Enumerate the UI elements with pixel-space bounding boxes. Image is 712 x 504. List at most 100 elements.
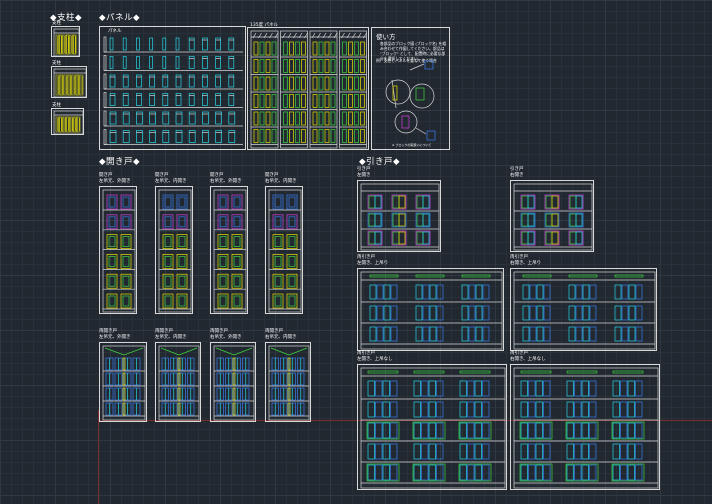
panel135-element <box>330 59 336 73</box>
door-leaf-panel <box>164 256 172 267</box>
hinged-door-sheet[interactable] <box>99 186 137 314</box>
panel135-element <box>324 111 330 126</box>
sheet-title: 引き戸 <box>510 167 524 172</box>
sliding-leaf <box>522 305 530 321</box>
sliding-leaf <box>522 326 530 342</box>
door-leaf-panel <box>219 216 227 228</box>
door-leaf-panel <box>545 213 553 227</box>
panel135-element <box>318 94 324 108</box>
door-leaf-panel <box>122 295 130 307</box>
sliding-leaf <box>390 380 398 397</box>
sliding-leaf <box>415 284 423 300</box>
sliding-leaf <box>612 380 620 397</box>
sliding-leaf <box>635 464 643 481</box>
sliding-leaf <box>535 464 543 481</box>
panel135-element <box>360 59 365 73</box>
sheet-title: 両開き戸 <box>265 329 283 334</box>
overhead-rail <box>413 370 445 374</box>
sliding-leaf <box>582 305 590 321</box>
double-door-sheet[interactable] <box>155 342 201 422</box>
section-header-sliding-door: ◆引き戸◆ <box>359 157 401 167</box>
panel135-element <box>318 76 324 91</box>
sliding-leaf <box>422 284 430 300</box>
panel-sheet[interactable]: パネル <box>99 26 246 150</box>
double-sliding-door-sheet[interactable] <box>357 268 504 351</box>
sliding-leaf <box>589 380 597 397</box>
pillar-block-2[interactable] <box>51 66 87 98</box>
sliding-leaf <box>635 422 643 439</box>
panel135-element <box>324 59 330 73</box>
door-leaf-panel <box>368 213 376 227</box>
double-door-sheet[interactable] <box>99 342 147 422</box>
howto-sheet[interactable]: 使い方 各部品のブロック図 (ブロック名) を組み合わせて作図してください。部品… <box>371 27 450 150</box>
sheet-title: 開き戸 <box>99 173 113 178</box>
door-leaf-panel <box>274 275 282 287</box>
sliding-leaf <box>535 422 543 439</box>
overhead-rail <box>612 370 644 374</box>
door-leaf-panel <box>398 231 406 245</box>
sliding-leaf <box>390 305 398 321</box>
sliding-leaf <box>628 305 636 321</box>
panel-element <box>109 56 114 69</box>
hinged-door-sheet[interactable] <box>210 186 248 314</box>
hinged-door-sheet[interactable] <box>155 186 193 314</box>
door-leaf-panel <box>288 196 296 208</box>
sliding-leaf <box>474 401 482 418</box>
panel135-element <box>354 111 359 126</box>
panel135-element <box>360 41 365 56</box>
door-leaf-panel <box>122 275 130 287</box>
double-sliding-door-sheet-large[interactable] <box>357 364 507 490</box>
sliding-leaf <box>369 284 377 300</box>
sliding-leaf <box>375 380 383 397</box>
pillar-bar <box>75 74 80 96</box>
sliding-leaf <box>543 401 551 418</box>
double-door-sheet[interactable] <box>210 342 256 422</box>
sliding-leaf <box>482 305 490 321</box>
door-leaf-panel <box>108 275 116 287</box>
panel135-element <box>289 111 294 126</box>
sheet-subtitle: 左吊元、内開き <box>155 335 187 340</box>
panel135-element <box>354 76 359 91</box>
sliding-leaf <box>382 464 390 481</box>
sliding-leaf <box>612 422 620 439</box>
door-leaf-panel <box>108 256 116 267</box>
sliding-leaf <box>482 380 490 397</box>
door-leaf-panel <box>368 195 376 209</box>
sliding-leaf <box>543 326 551 342</box>
cad-drawing-canvas[interactable]: ◆支柱◆ ◆パネル◆ ◆開き戸◆ ◆引き戸◆ 支柱 支柱 支柱 パネル 135度… <box>0 0 712 504</box>
pillar-block-3[interactable] <box>51 108 84 135</box>
sheet-inner-frame <box>513 367 659 489</box>
panel135-element <box>330 94 336 108</box>
panel135-element <box>283 111 288 126</box>
panel135-element <box>318 59 324 73</box>
door-leaf-panel <box>178 236 186 247</box>
panel135-column <box>250 30 279 149</box>
double-door-sheet[interactable] <box>265 342 311 422</box>
sliding-door-sheet[interactable] <box>357 180 441 252</box>
sliding-leaf <box>436 422 444 439</box>
double-sliding-door-sheet[interactable] <box>510 268 657 351</box>
sliding-leaf <box>575 326 583 342</box>
sliding-leaf <box>474 380 482 397</box>
sliding-leaf <box>468 284 476 300</box>
hinged-door-sheet[interactable] <box>265 186 303 314</box>
sheet-inner-frame <box>360 183 440 251</box>
panel135-element <box>265 111 271 126</box>
sliding-leaf <box>482 284 490 300</box>
double-sliding-door-sheet-large[interactable] <box>510 364 660 490</box>
door-leaf-panel <box>392 231 400 245</box>
panel-element <box>175 56 180 69</box>
door-leaf-panel <box>527 195 535 209</box>
door-leaf-panel <box>274 295 282 307</box>
door-leaf-panel <box>551 213 559 227</box>
sliding-door-sheet[interactable] <box>510 180 594 252</box>
pillar-block-1[interactable] <box>51 26 80 57</box>
door-leaf-panel <box>274 196 282 208</box>
sliding-leaf <box>422 305 430 321</box>
sliding-leaf <box>390 443 398 460</box>
sliding-leaf <box>375 401 383 418</box>
panel-135-sheet[interactable] <box>247 27 369 150</box>
door-leaf-panel <box>108 295 116 307</box>
overhead-rail <box>415 274 445 278</box>
sliding-leaf <box>376 326 384 342</box>
